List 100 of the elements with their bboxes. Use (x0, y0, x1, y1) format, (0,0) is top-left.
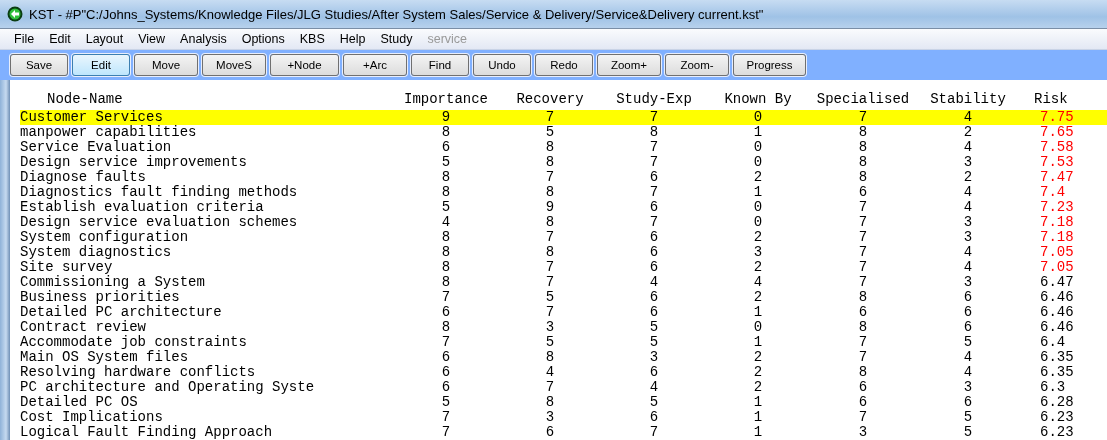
toolbar-button[interactable]: +Arc (343, 54, 407, 76)
table-cell-text: 6 (857, 380, 869, 395)
window-title: KST - #P"C:/Johns_Systems/Knowledge Files/JLG Studies/After System Sales/Service & Delivery/Service&Delivery current.kst" (29, 6, 764, 22)
table-cell-text: 4 (648, 275, 660, 290)
table-cell-text: 6.23 (1039, 425, 1075, 440)
column-header[interactable]: Recovery (498, 92, 602, 107)
table-cell-text: 7 (648, 215, 660, 230)
table-row[interactable]: Design service improvements 5 8 7 0 8 3 7.53 (20, 155, 1107, 170)
table-cell-text: 8 (544, 350, 556, 365)
menu-item[interactable]: Edit (41, 32, 78, 46)
toolbar-button[interactable]: Zoom- (665, 54, 729, 76)
table-cell-text: 2 (962, 125, 974, 140)
table-cell-text: 6 (648, 245, 660, 260)
column-header[interactable]: Known By (706, 92, 810, 107)
menu-item[interactable]: Options (233, 32, 292, 46)
column-header[interactable]: Study-Exp (602, 92, 706, 107)
menu-item[interactable]: View (130, 32, 173, 46)
table-cell-text: 7.4 (1039, 185, 1067, 200)
table-cell-text: 6 (440, 350, 452, 365)
toolbar-button[interactable]: Move (134, 54, 198, 76)
toolbar-button[interactable]: Zoom+ (597, 54, 661, 76)
column-header[interactable]: Risk (1020, 92, 1090, 107)
table-cell-text: 7 (648, 155, 660, 170)
table-row[interactable]: Diagnostics fault finding methods 8 8 7 1 6 4 7.4 (20, 185, 1107, 200)
table-row[interactable]: Cost Implications 7 3 6 1 7 5 6.23 (20, 410, 1107, 425)
table-cell-text: Design service evaluation schemes (20, 215, 299, 230)
table-row[interactable]: Resolving hardware conflicts 6 4 6 2 8 4 6.35 (20, 365, 1107, 380)
table-row[interactable]: Business priorities 7 5 6 2 8 6 6.46 (20, 290, 1107, 305)
column-header[interactable]: Specialised (810, 92, 916, 107)
table-cell-text: 3 (962, 380, 974, 395)
menu-item[interactable]: Analysis (172, 32, 234, 46)
table-row[interactable]: Site survey 8 7 6 2 7 4 7.05 (20, 260, 1107, 275)
table-row[interactable]: Customer Services 9 7 7 0 7 4 7.75 (20, 110, 1107, 125)
table-cell-text: 4 (962, 185, 974, 200)
table-row[interactable]: System configuration 8 7 6 2 7 3 7.18 (20, 230, 1107, 245)
table-cell-text: 2 (752, 230, 764, 245)
table-cell-text: 6 (857, 305, 869, 320)
table-row[interactable]: Diagnose faults 8 7 6 2 8 2 7.47 (20, 170, 1107, 185)
column-header[interactable]: Node-Name (20, 92, 394, 107)
table-cell-text: 8 (440, 125, 452, 140)
table-cell-text: 6 (962, 395, 974, 410)
table-cell-text: 6.46 (1039, 290, 1075, 305)
toolbar-button[interactable]: +Node (270, 54, 339, 76)
toolbar-button[interactable]: Undo (473, 54, 531, 76)
column-header[interactable]: Stability (916, 92, 1020, 107)
table-cell-text: System diagnostics (20, 245, 173, 260)
table-cell-text: 7.18 (1039, 215, 1075, 230)
toolbar-button[interactable]: MoveS (202, 54, 266, 76)
menu-item[interactable]: Layout (77, 32, 131, 46)
toolbar-button[interactable]: Edit (72, 54, 130, 76)
toolbar-button[interactable]: Redo (535, 54, 593, 76)
table-row[interactable]: Detailed PC OS 5 8 5 1 6 6 6.28 (20, 395, 1107, 410)
table-row[interactable]: Commissioning a System 8 7 4 4 7 3 6.47 (20, 275, 1107, 290)
table-cell-text: 3 (962, 155, 974, 170)
toolbar-button[interactable]: Find (411, 54, 469, 76)
table-cell-text: 4 (962, 200, 974, 215)
table-cell-text: 6 (648, 230, 660, 245)
table-cell-text: 6 (648, 260, 660, 275)
table-cell-text: 7 (544, 110, 556, 125)
table-row[interactable]: manpower capabilities 8 5 8 1 8 2 7.65 (20, 125, 1107, 140)
table-row[interactable]: Contract review 8 3 5 0 8 6 6.46 (20, 320, 1107, 335)
menu-item[interactable]: KBS (291, 32, 332, 46)
toolbar-button[interactable]: Save (10, 54, 68, 76)
table-cell-text: 5 (962, 335, 974, 350)
table-cell-text: 4 (648, 380, 660, 395)
table-row[interactable]: Logical Fault Finding Approach 7 6 7 1 3 5 6.23 (20, 425, 1107, 440)
menu-item[interactable]: File (6, 32, 42, 46)
table-cell-text: 6.3 (1039, 380, 1067, 395)
table-cell-text: 7 (857, 245, 869, 260)
table-cell-text: Detailed PC architecture (20, 305, 223, 320)
table-cell-text: manpower capabilities (20, 125, 198, 140)
table-cell-text: 0 (752, 110, 764, 125)
table-cell-text: 5 (962, 410, 974, 425)
table-cell-text: 8 (857, 320, 869, 335)
table-row[interactable]: System diagnostics 8 8 6 3 7 4 7.05 (20, 245, 1107, 260)
table-cell-text: 1 (752, 185, 764, 200)
table-cell-text: 3 (544, 410, 556, 425)
table-row[interactable]: Detailed PC architecture 6 7 6 1 6 6 6.46 (20, 305, 1107, 320)
table-cell-text: 5 (544, 290, 556, 305)
table-cell-text: 6 (648, 170, 660, 185)
table-row[interactable]: Service Evaluation 6 8 7 0 8 4 7.58 (20, 140, 1107, 155)
column-header[interactable]: Importance (394, 92, 498, 107)
app-icon (7, 6, 23, 22)
table-row[interactable]: Main OS System files 6 8 3 2 7 4 6.35 (20, 350, 1107, 365)
table-cell-text: 7.75 (1039, 110, 1075, 125)
toolbar-button[interactable]: Progress (733, 54, 806, 76)
table-cell-text: 8 (857, 170, 869, 185)
table-row[interactable]: Design service evaluation schemes 4 8 7 0 7 3 7.18 (20, 215, 1107, 230)
table-row[interactable]: PC architecture and Operating Syste 6 7 4 2 6 3 6.3 (20, 380, 1107, 395)
menu-item[interactable]: Help (331, 32, 373, 46)
table-cell-text: 8 (440, 260, 452, 275)
table-cell-text: 3 (752, 245, 764, 260)
table-cell-text: 7.05 (1039, 260, 1075, 275)
table-cell-text: 7 (857, 260, 869, 275)
table-cell-text: 7 (648, 110, 660, 125)
table-row[interactable]: Accommodate job constraints 7 5 5 1 7 5 6.4 (20, 335, 1107, 350)
menu-item[interactable]: Study (372, 32, 420, 46)
table-cell-text: 6.23 (1039, 410, 1075, 425)
table-cell-text: 6 (648, 305, 660, 320)
table-row[interactable]: Establish evaluation criteria 5 9 6 0 7 4 7.23 (20, 200, 1107, 215)
